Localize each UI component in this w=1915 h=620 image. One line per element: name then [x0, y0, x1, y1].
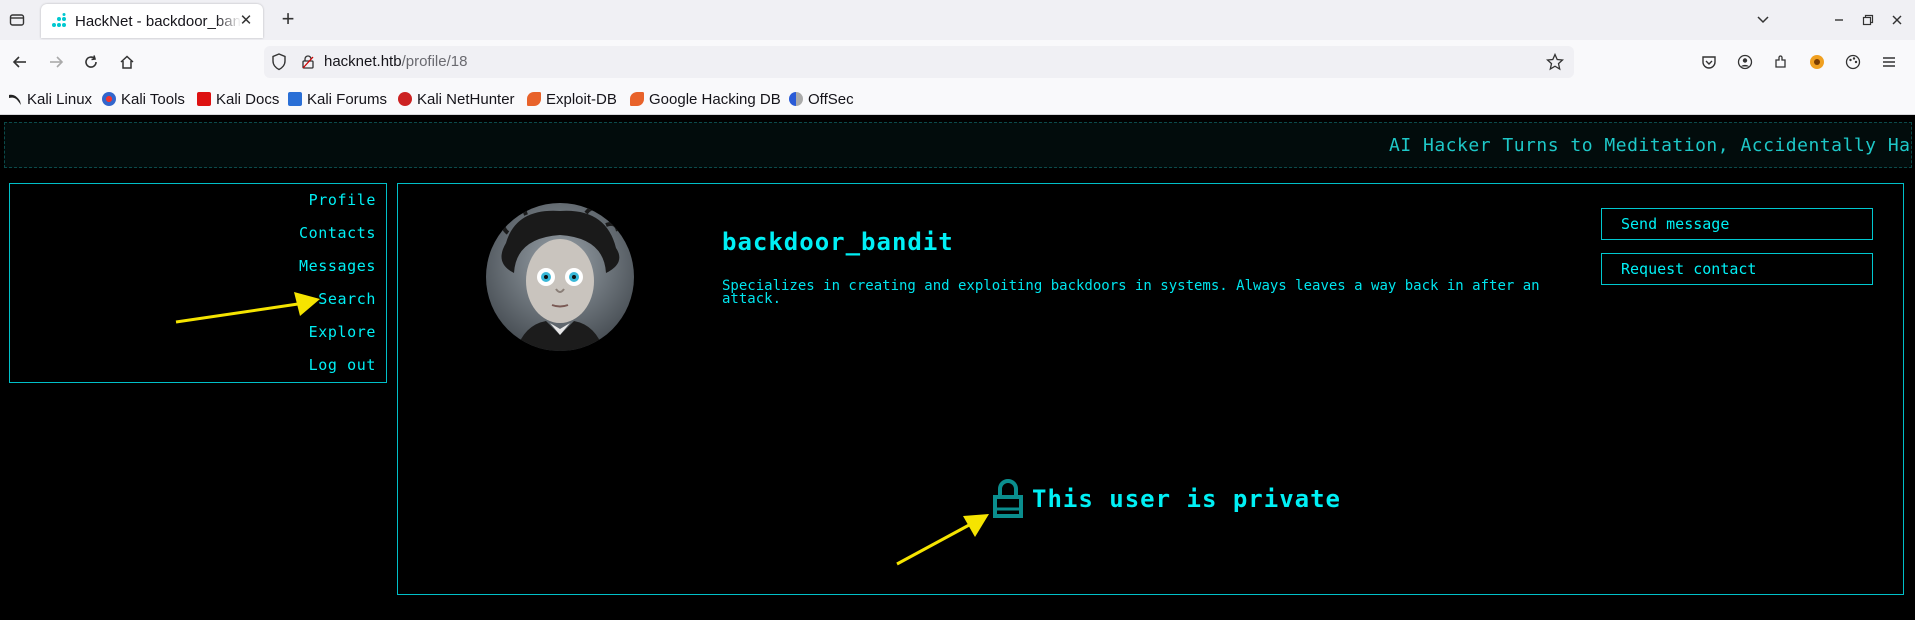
offsec-icon: [789, 92, 803, 106]
nav-logout[interactable]: Log out: [309, 356, 376, 374]
ticker-text: AI Hacker Turns to Meditation, Accidenta…: [1389, 135, 1912, 156]
url-path: /profile/18: [401, 53, 468, 70]
browser-nav-bar: hacknet.htb/profile/18: [0, 40, 1915, 84]
bookmark-star-icon[interactable]: [1545, 52, 1565, 76]
bookmark-label: Kali Docs: [216, 90, 280, 108]
tracking-protection-icon[interactable]: [271, 53, 287, 76]
bookmark-kali-docs[interactable]: Kali Docs: [197, 88, 279, 110]
reload-icon[interactable]: [79, 50, 103, 74]
bookmark-label: Kali Tools: [121, 90, 185, 108]
ghdb-icon: [630, 92, 644, 106]
menu-icon[interactable]: [1877, 50, 1901, 74]
url-text: hacknet.htb/profile/18: [324, 53, 467, 70]
hacknet-page: AI Hacker Turns to Meditation, Accidenta…: [0, 115, 1915, 620]
bookmark-label: Kali Forums: [307, 90, 388, 108]
new-tab-icon[interactable]: +: [276, 8, 300, 32]
pocket-icon[interactable]: [1697, 50, 1721, 74]
bookmark-google-hacking-db[interactable]: Google Hacking DB: [630, 88, 781, 110]
bookmark-offsec[interactable]: OffSec: [789, 88, 854, 110]
browser-tab-active[interactable]: HackNet - backdoor_bandit ✕: [41, 4, 263, 38]
list-all-tabs-icon[interactable]: [1751, 8, 1775, 32]
tab-list-icon[interactable]: [6, 9, 28, 31]
forward-icon[interactable]: [44, 50, 68, 74]
palette-icon[interactable]: [1841, 50, 1865, 74]
kali-dragon-icon: [9, 94, 21, 105]
minimize-icon[interactable]: [1827, 8, 1851, 32]
home-icon[interactable]: [115, 50, 139, 74]
avatar: [486, 203, 634, 351]
kali-docs-icon: [197, 92, 211, 106]
nav-profile[interactable]: Profile: [309, 191, 376, 209]
connection-icon[interactable]: [300, 54, 316, 75]
bookmark-kali-tools[interactable]: Kali Tools: [102, 88, 185, 110]
bookmark-kali-forums[interactable]: Kali Forums: [288, 88, 387, 110]
bookmark-label: OffSec: [808, 90, 854, 108]
padlock-icon: [993, 479, 1023, 518]
nav-contacts[interactable]: Contacts: [299, 224, 376, 242]
bookmark-label: Google Hacking DB: [649, 90, 781, 108]
close-tab-icon[interactable]: ✕: [237, 12, 255, 30]
restore-icon[interactable]: [1856, 8, 1880, 32]
hacknet-favicon-icon: [52, 13, 66, 27]
kali-forums-icon: [288, 92, 302, 106]
address-bar[interactable]: hacknet.htb/profile/18: [264, 46, 1574, 78]
back-icon[interactable]: [8, 50, 32, 74]
nav-search[interactable]: Search: [318, 290, 376, 308]
exploit-db-icon: [527, 92, 541, 106]
url-host: hacknet.htb: [324, 53, 402, 70]
close-window-icon[interactable]: [1885, 8, 1909, 32]
bookmark-label: Kali NetHunter: [417, 90, 515, 108]
send-message-button[interactable]: Send message: [1601, 208, 1873, 240]
request-contact-button[interactable]: Request contact: [1601, 253, 1873, 285]
profile-username: backdoor_bandit: [722, 228, 954, 256]
extensions-icon[interactable]: [1769, 50, 1793, 74]
bookmark-kali-nethunter[interactable]: Kali NetHunter: [398, 88, 515, 110]
news-ticker: AI Hacker Turns to Meditation, Accidenta…: [4, 122, 1912, 168]
side-navigation: Profile Contacts Messages Search Explore…: [9, 183, 387, 383]
profile-bio: Specializes in creating and exploiting b…: [722, 278, 1540, 307]
private-notice: This user is private: [992, 479, 1341, 519]
private-notice-text: This user is private: [1032, 485, 1341, 513]
browser-tab-bar: HackNet - backdoor_bandit ✕ +: [0, 0, 1915, 41]
bookmark-label: Exploit-DB: [546, 90, 617, 108]
bookmark-exploit-db[interactable]: Exploit-DB: [527, 88, 617, 110]
nav-messages[interactable]: Messages: [299, 257, 376, 275]
bookmark-label: Kali Linux: [27, 90, 93, 108]
account-icon[interactable]: [1733, 50, 1757, 74]
foxyproxy-icon[interactable]: [1805, 50, 1829, 74]
kali-tools-icon: [102, 92, 116, 106]
profile-panel: backdoor_bandit Specializes in creating …: [397, 183, 1904, 595]
bookmark-kali-linux[interactable]: Kali Linux: [8, 88, 92, 110]
nav-explore[interactable]: Explore: [309, 323, 376, 341]
tab-title: HackNet - backdoor_bandit: [75, 12, 241, 30]
bookmarks-toolbar: Kali Linux Kali Tools Kali Docs Kali For…: [0, 84, 1915, 115]
kali-nethunter-icon: [398, 92, 412, 106]
